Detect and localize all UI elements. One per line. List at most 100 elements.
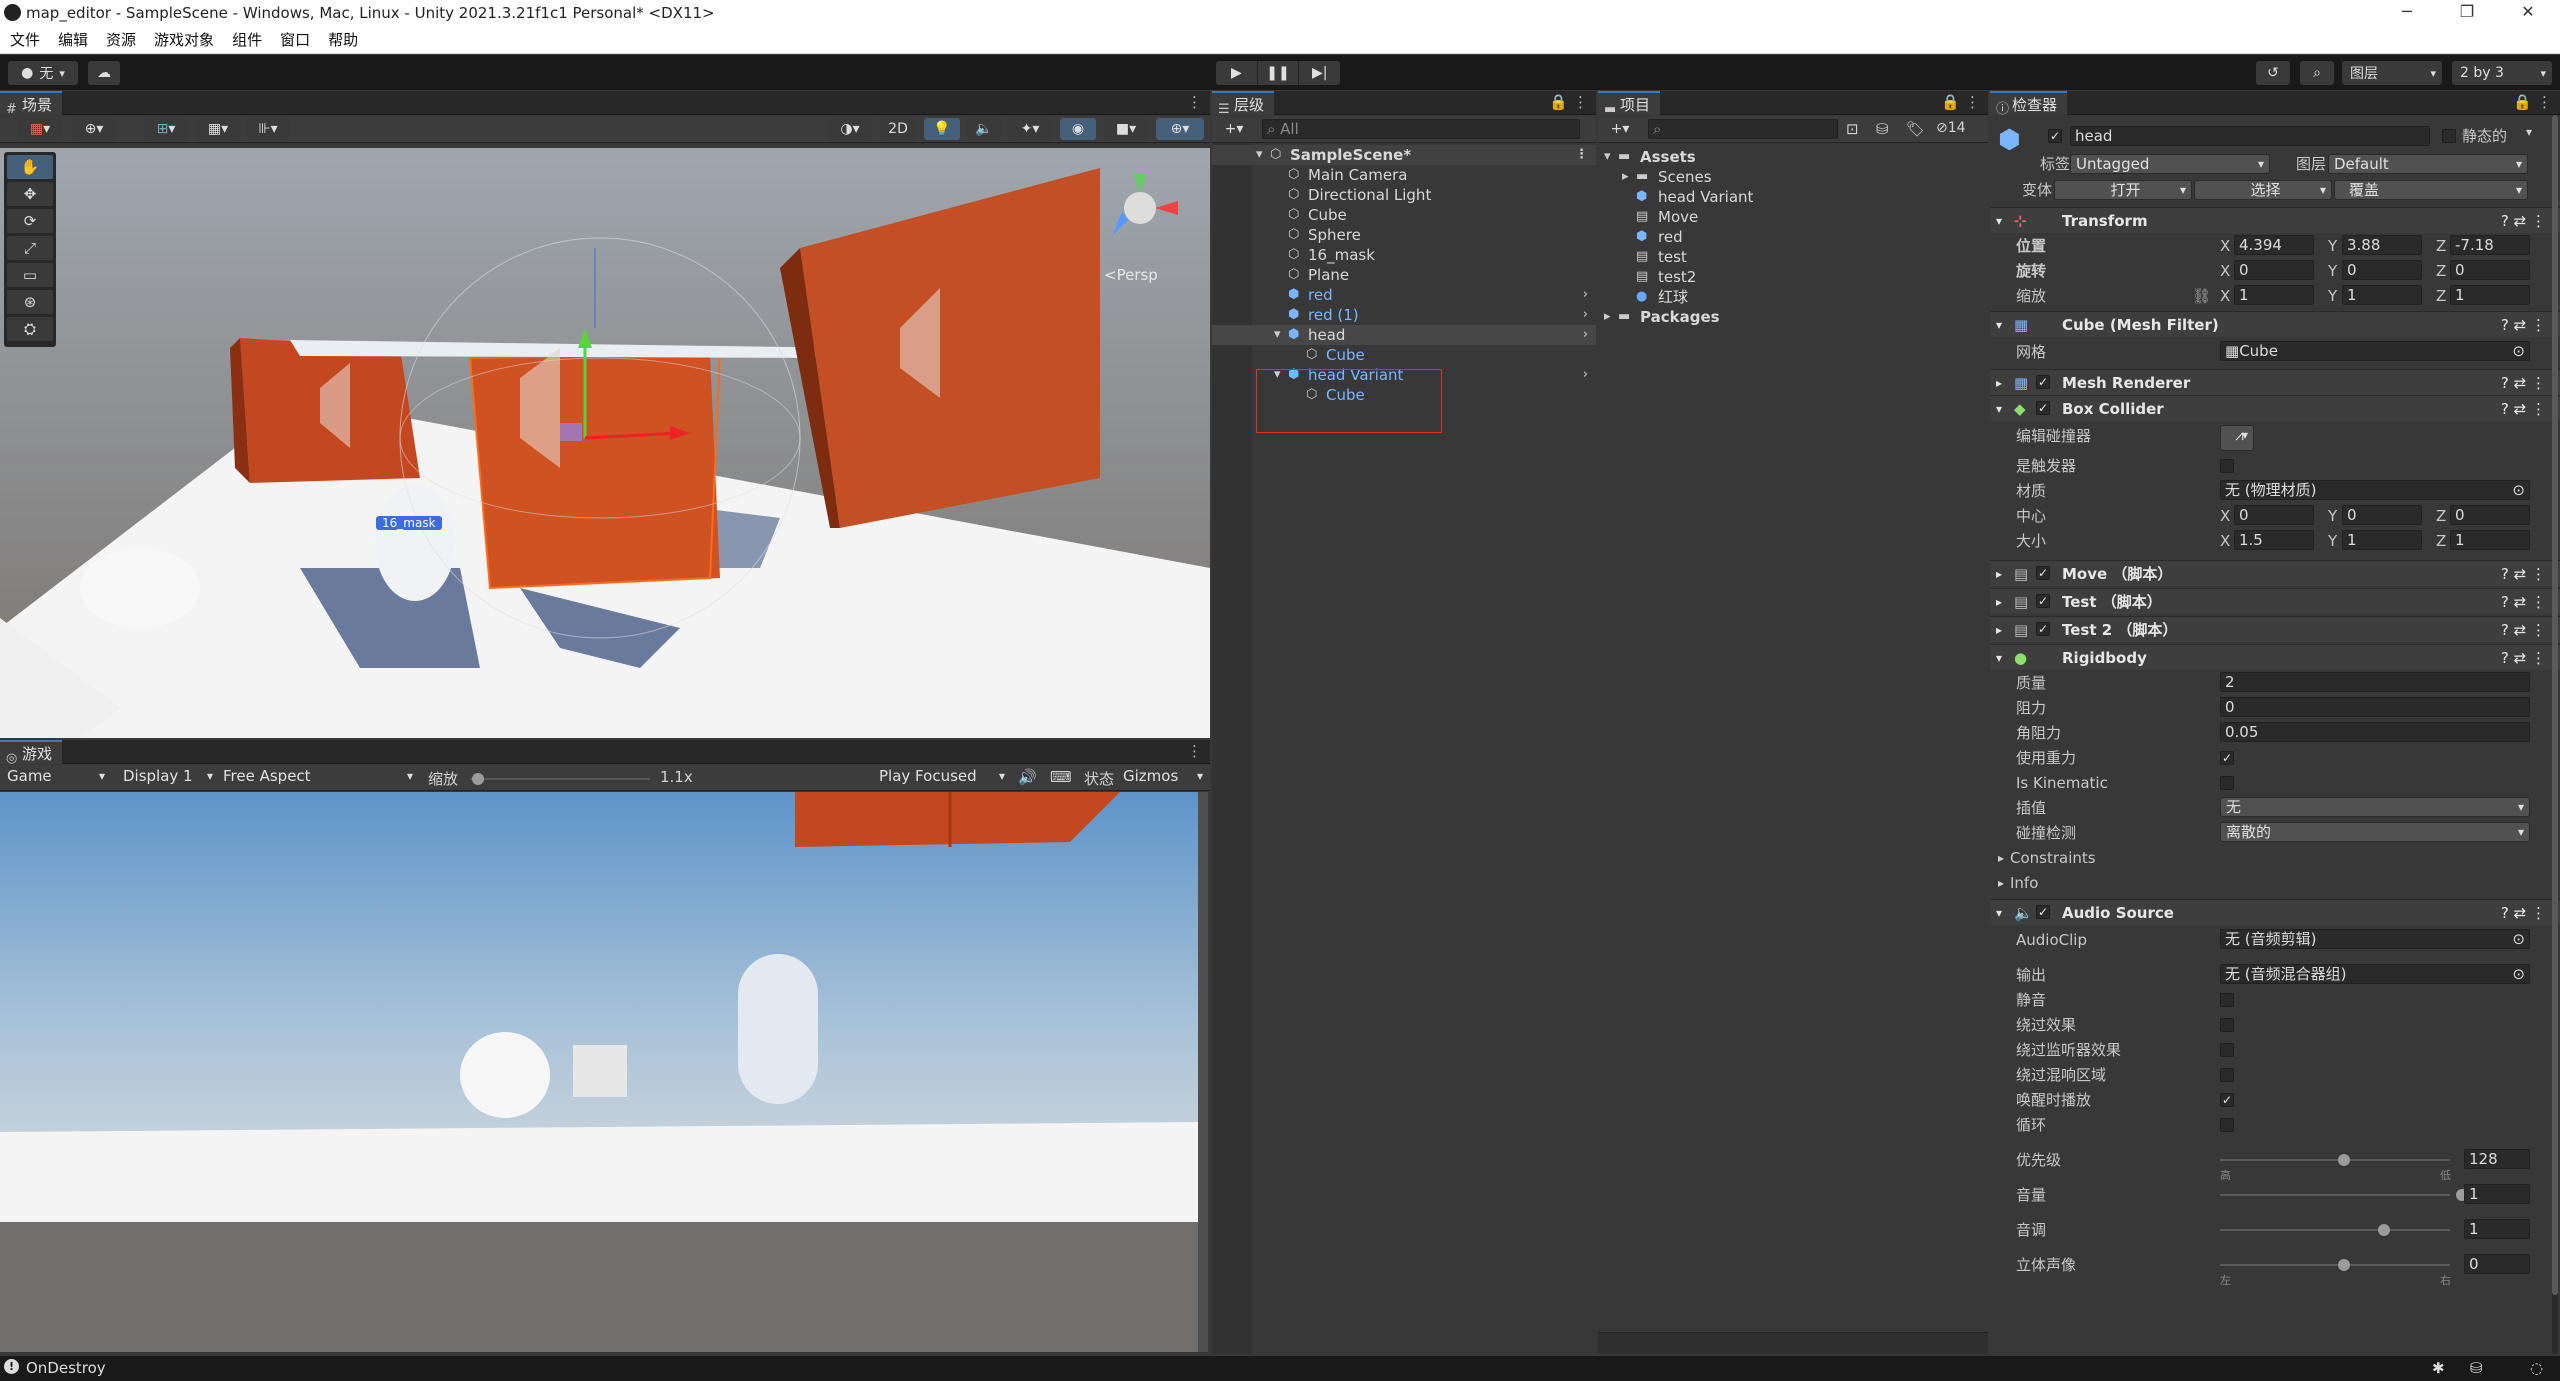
move-script-header[interactable]: ▸ ▤ ✓ Move （脚本）? ⇄ ⋮: [1990, 560, 2560, 586]
priority-input[interactable]: 128: [2464, 1149, 2530, 1169]
render-mode-button[interactable]: ◑ ▾: [828, 118, 872, 140]
select-prefab-button[interactable]: 选择: [2194, 180, 2332, 200]
shortcuts-icon[interactable]: ⌨: [1050, 768, 1072, 786]
menu-edit[interactable]: 编辑: [58, 27, 88, 53]
pause-button[interactable]: ❚❚: [1258, 61, 1300, 85]
maximize-button[interactable]: ❐: [2447, 2, 2487, 24]
filter-icon[interactable]: ⛁: [1876, 120, 1889, 138]
component-actions-icon[interactable]: ? ⇄ ⋮: [2501, 645, 2546, 671]
center-y-input[interactable]: 0: [2342, 505, 2422, 525]
console-message[interactable]: OnDestroy: [26, 1359, 106, 1377]
search-button[interactable]: ⌕: [2300, 61, 2334, 85]
size-y-input[interactable]: 1: [2342, 530, 2422, 550]
grid-button[interactable]: ▦ ▾: [196, 118, 240, 140]
folder-assets[interactable]: ▾ ▬ Assets: [1598, 147, 1988, 167]
play-focused-dropdown[interactable]: Play Focused: [874, 767, 1010, 787]
component-actions-icon[interactable]: ? ⇄ ⋮: [2501, 312, 2546, 338]
persp-label[interactable]: <Persp: [1104, 266, 1158, 284]
mesh-renderer-header[interactable]: ▸ ▦ ✓ Mesh Renderer? ⇄ ⋮: [1990, 369, 2560, 395]
snap-button[interactable]: ⊞ ▾: [144, 118, 188, 140]
step-button[interactable]: ▶|: [1299, 61, 1340, 85]
tab-game[interactable]: ◎ 游戏: [0, 740, 63, 766]
is-kinematic-checkbox[interactable]: [2220, 776, 2234, 790]
audio-source-enabled[interactable]: ✓: [2036, 905, 2050, 919]
component-actions-icon[interactable]: ? ⇄ ⋮: [2501, 208, 2546, 234]
menu-window[interactable]: 窗口: [280, 27, 310, 53]
chevron-right-icon[interactable]: ›: [1583, 285, 1588, 305]
chevron-right-icon[interactable]: ›: [1583, 365, 1588, 385]
menu-file[interactable]: 文件: [10, 27, 40, 53]
info-foldout[interactable]: ▸ Info: [1990, 872, 2560, 894]
mesh-filter-header[interactable]: ▾ ▦ Cube (Mesh Filter)? ⇄ ⋮: [1990, 311, 2560, 337]
menu-help[interactable]: 帮助: [328, 27, 358, 53]
test-script-enabled[interactable]: ✓: [2036, 594, 2050, 608]
transform-header[interactable]: ▾ ⊹ Transform? ⇄ ⋮: [1990, 207, 2560, 233]
tree-item-red[interactable]: ⬢ red ›: [1212, 285, 1596, 305]
volume-slider[interactable]: [2220, 1189, 2468, 1201]
tree-item-main-camera[interactable]: ⬡ Main Camera: [1212, 165, 1596, 185]
mass-input[interactable]: 2: [2220, 672, 2530, 692]
mesh-field[interactable]: ▦Cube ⊙: [2220, 341, 2530, 361]
label-icon[interactable]: 🏷: [1906, 120, 1925, 138]
stereo-pan-input[interactable]: 0: [2464, 1254, 2530, 1274]
lock-icon[interactable]: 🔒: [1549, 93, 1568, 111]
center-x-input[interactable]: 0: [2234, 505, 2314, 525]
project-menu-icon[interactable]: ⋮: [1965, 93, 1980, 111]
game-mode-dropdown[interactable]: Game: [2, 767, 110, 787]
rotation-x-input[interactable]: 0: [2234, 260, 2314, 280]
rotation-y-input[interactable]: 0: [2342, 260, 2422, 280]
asset-move[interactable]: ▤ Move: [1598, 207, 1988, 227]
folder-scenes[interactable]: ▸ ▬ Scenes: [1598, 167, 1988, 187]
game-viewport[interactable]: [0, 792, 1208, 1352]
menu-gameobject[interactable]: 游戏对象: [154, 27, 214, 53]
output-field[interactable]: 无 (音频混合器组) ⊙: [2220, 964, 2530, 984]
volume-input[interactable]: 1: [2464, 1184, 2530, 1204]
scale-x-input[interactable]: 1: [2234, 285, 2314, 305]
constraints-foldout[interactable]: ▸ Constraints: [1990, 847, 2560, 869]
chevron-right-icon[interactable]: ›: [1583, 305, 1588, 325]
draw-mode-button[interactable]: ▦ ▾: [18, 118, 62, 140]
menu-assets[interactable]: 资源: [106, 27, 136, 53]
folder-packages[interactable]: ▸ ▬ Packages: [1598, 307, 1988, 327]
project-search-input[interactable]: ⌕: [1648, 119, 1838, 139]
rect-tool[interactable]: ▭: [7, 263, 53, 287]
tab-project[interactable]: ▬ 项目: [1598, 91, 1661, 117]
asset-test2[interactable]: ▤ test2: [1598, 267, 1988, 287]
component-actions-icon[interactable]: ? ⇄ ⋮: [2501, 561, 2546, 587]
object-picker-icon[interactable]: ⊙: [2512, 930, 2525, 948]
tree-item-head-cube[interactable]: ⬡ Cube: [1212, 345, 1596, 365]
tree-item-16-mask[interactable]: ⬡ 16_mask: [1212, 245, 1596, 265]
object-picker-icon[interactable]: ⊙: [2512, 965, 2525, 983]
effects-toggle[interactable]: ✦ ▾: [1008, 118, 1052, 140]
gizmos-dropdown[interactable]: Gizmos: [1118, 767, 1208, 787]
cache-icon[interactable]: ⛁: [2470, 1359, 2483, 1377]
toggle-2d-button[interactable]: 2D: [880, 118, 916, 140]
transform-tool[interactable]: ⊛: [7, 290, 53, 314]
game-menu-icon[interactable]: ⋮: [1187, 742, 1202, 760]
open-prefab-button[interactable]: 打开: [2054, 180, 2192, 200]
component-actions-icon[interactable]: ? ⇄ ⋮: [2501, 617, 2546, 643]
gizmos-button[interactable]: ⊕ ▾: [1156, 118, 1204, 140]
audio-source-header[interactable]: ▾ 🔈 ✓ Audio Source? ⇄ ⋮: [1990, 899, 2560, 925]
rotate-tool[interactable]: ⟳: [7, 209, 53, 233]
interpolate-dropdown[interactable]: 无: [2220, 797, 2530, 817]
drag-input[interactable]: 0: [2220, 697, 2530, 717]
scale-y-input[interactable]: 1: [2342, 285, 2422, 305]
display-dropdown[interactable]: Display 1: [118, 767, 218, 787]
play-button[interactable]: ▶: [1216, 61, 1258, 85]
move-tool[interactable]: ✥: [7, 182, 53, 206]
tab-scene[interactable]: # 场景: [0, 91, 63, 117]
move-script-enabled[interactable]: ✓: [2036, 566, 2050, 580]
cloud-button[interactable]: ☁: [88, 61, 120, 85]
tree-item-red-1[interactable]: ⬢ red (1) ›: [1212, 305, 1596, 325]
is-trigger-checkbox[interactable]: [2220, 459, 2234, 473]
hierarchy-search-input[interactable]: ⌕ All: [1262, 119, 1580, 139]
test2-script-header[interactable]: ▸ ▤ ✓ Test 2 （脚本）? ⇄ ⋮: [1990, 616, 2560, 642]
pitch-slider[interactable]: [2220, 1224, 2450, 1236]
stats-button[interactable]: 状态: [1084, 768, 1114, 789]
scale-z-input[interactable]: 1: [2450, 285, 2530, 305]
bypass-reverb-checkbox[interactable]: [2220, 1068, 2234, 1082]
test-script-header[interactable]: ▸ ▤ ✓ Test （脚本）? ⇄ ⋮: [1990, 588, 2560, 614]
overrides-dropdown[interactable]: 覆盖: [2334, 180, 2528, 200]
increment-snap-button[interactable]: ⊪ ▾: [246, 118, 290, 140]
